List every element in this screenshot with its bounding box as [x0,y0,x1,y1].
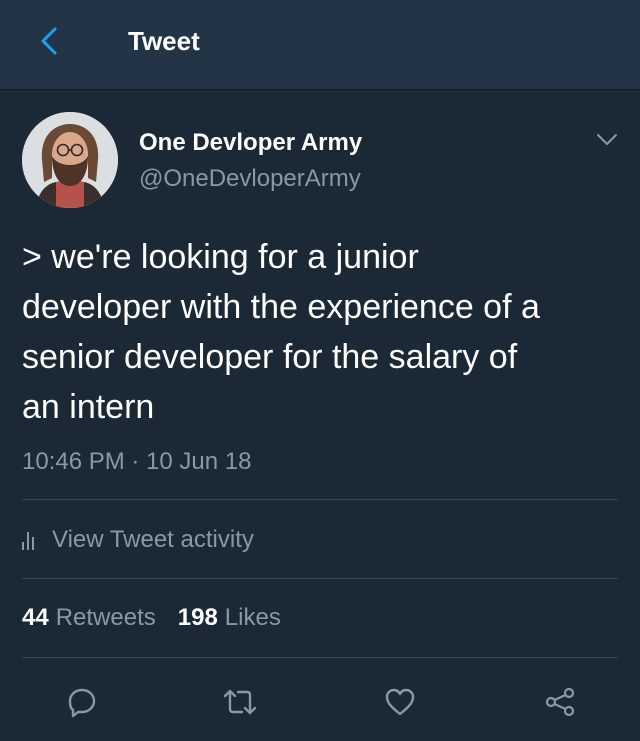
author-name[interactable]: One Devloper Army [139,129,362,157]
page-title: Tweet [128,26,200,56]
likes-count: 198 [177,604,218,631]
avatar[interactable] [22,112,118,208]
tweet-text: > we're looking for a junior developer w… [22,238,540,426]
divider [22,578,618,579]
retweet-icon [223,689,257,715]
tweet-timestamp: 10:46 PM · 10 Jun 18 [22,448,252,475]
retweets-stat[interactable]: 44 Retweets [22,604,156,632]
bar-chart-icon [22,530,34,550]
like-button[interactable] [382,684,418,720]
likes-label: Likes [224,604,281,631]
view-tweet-activity-link[interactable]: View Tweet activity [22,520,254,560]
chevron-down-icon [597,134,617,145]
activity-label: View Tweet activity [52,526,254,553]
retweets-count: 44 [22,604,49,631]
tweet-menu-button[interactable] [592,128,622,152]
reply-button[interactable] [64,684,100,720]
retweet-button[interactable] [222,684,258,720]
divider [22,657,618,658]
author-handle[interactable]: @OneDevloperArmy [139,165,361,193]
divider [22,499,618,500]
top-bar: Tweet [0,0,640,90]
reply-icon [68,688,96,718]
heart-icon [385,688,415,716]
likes-stat[interactable]: 198 Likes [178,604,281,632]
chevron-left-icon [41,27,57,55]
tweet-stats: 44 Retweets 198 Likes [22,604,303,632]
share-icon [545,687,575,717]
back-button[interactable] [34,24,64,58]
share-button[interactable] [542,684,578,720]
retweets-label: Retweets [55,604,156,631]
